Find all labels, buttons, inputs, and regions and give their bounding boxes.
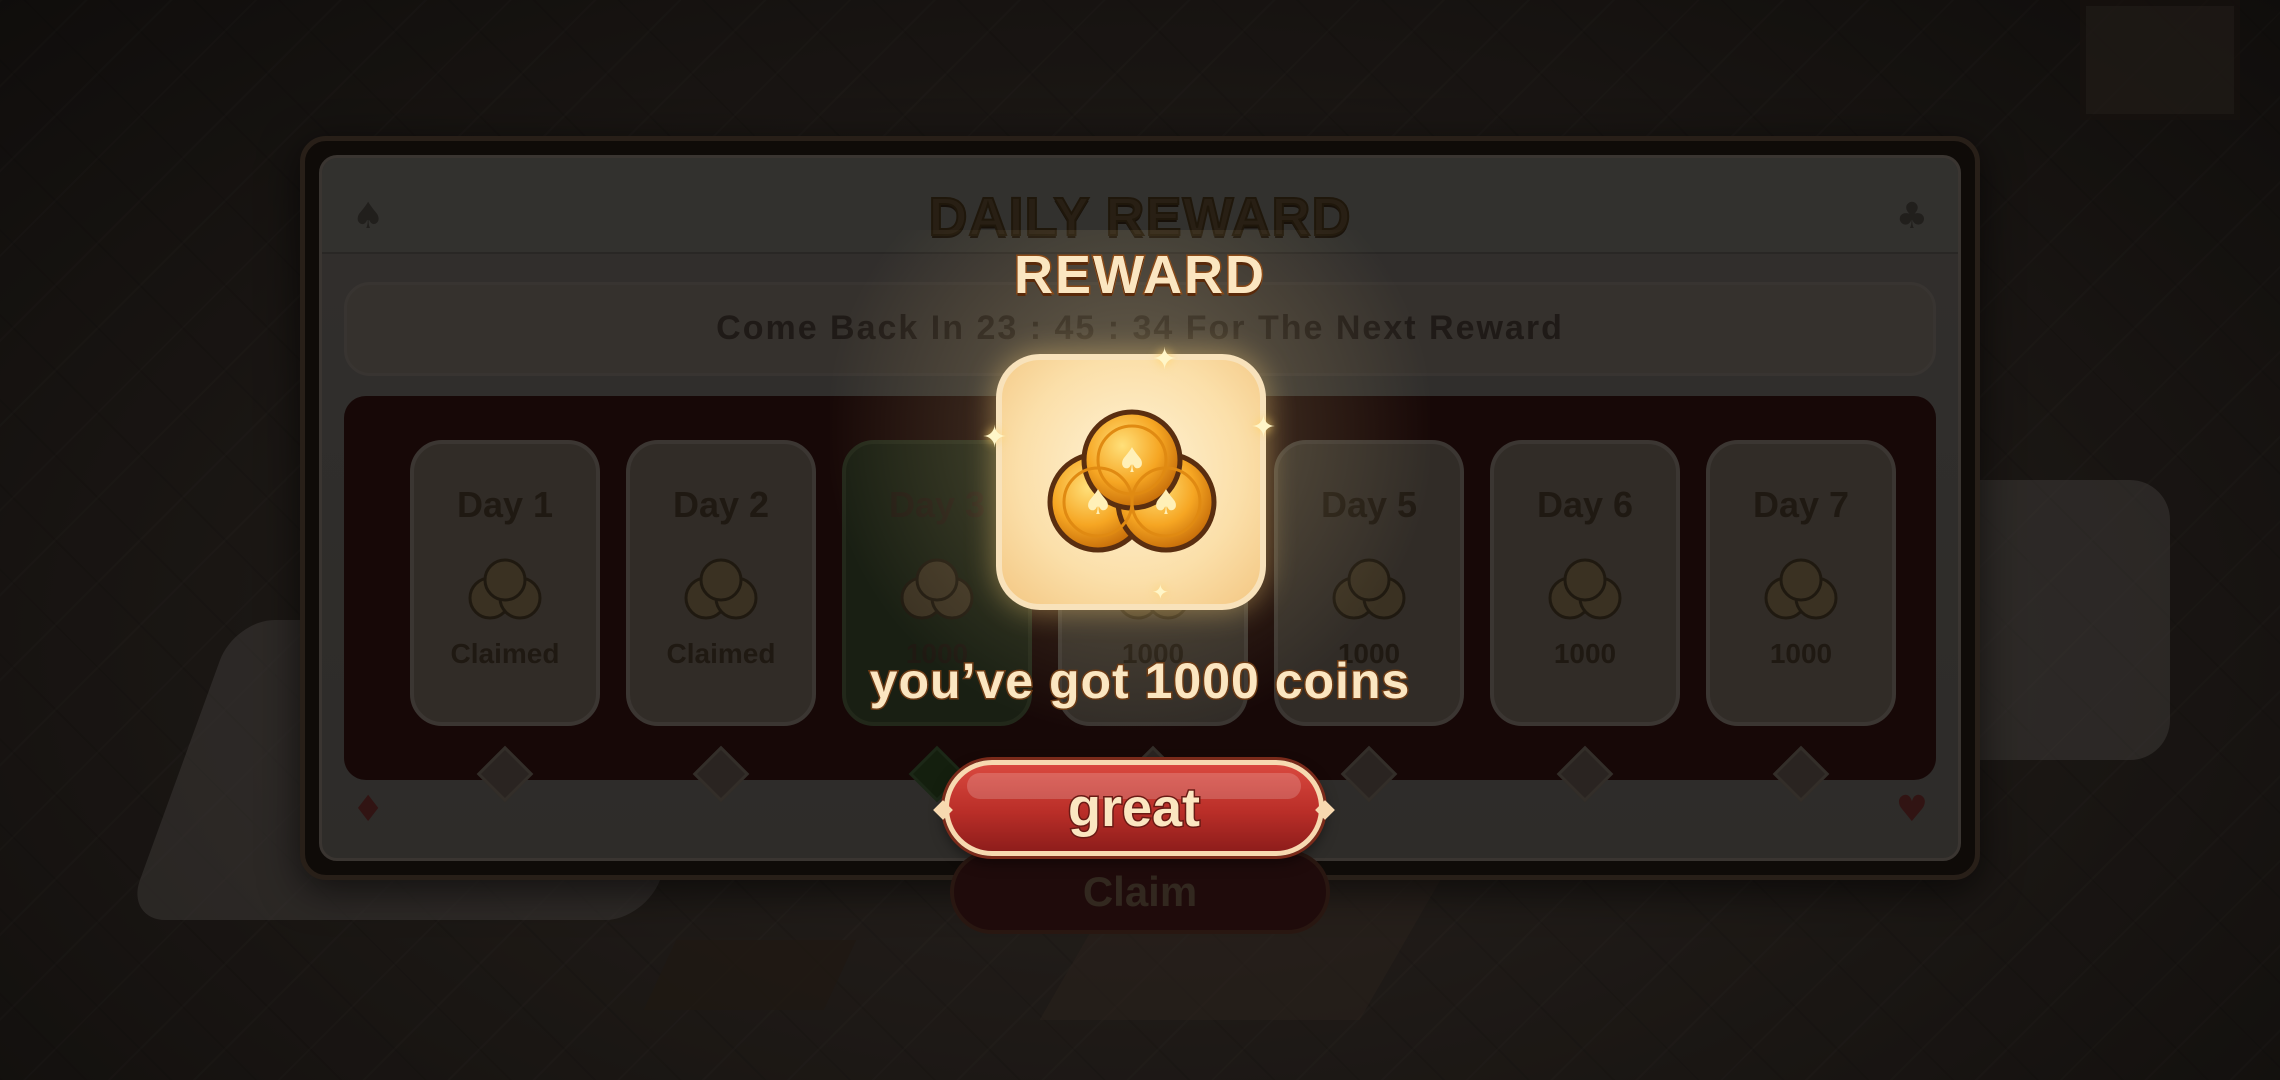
great-button-label: great [1066, 777, 1201, 840]
great-button[interactable]: great [933, 760, 1335, 856]
coins-icon: ♠ ♠ ♠ [1047, 409, 1217, 553]
sparkle-icon: ✦ [1152, 580, 1169, 604]
sparkle-icon: ✦ [1152, 342, 1178, 377]
sparkle-icon: ✦ [982, 420, 1008, 455]
reward-icon-box: ♠ ♠ ♠ ✦ ✦ ✦ ✦ [982, 342, 1276, 610]
svg-text:♠: ♠ [1151, 483, 1181, 523]
svg-text:♠: ♠ [1117, 441, 1147, 481]
reward-message: you’ve got 1000 coins [868, 652, 1411, 711]
svg-text:♠: ♠ [1083, 483, 1113, 523]
reward-title: REWARD [1013, 244, 1266, 307]
sparkle-icon: ✦ [1250, 410, 1276, 445]
